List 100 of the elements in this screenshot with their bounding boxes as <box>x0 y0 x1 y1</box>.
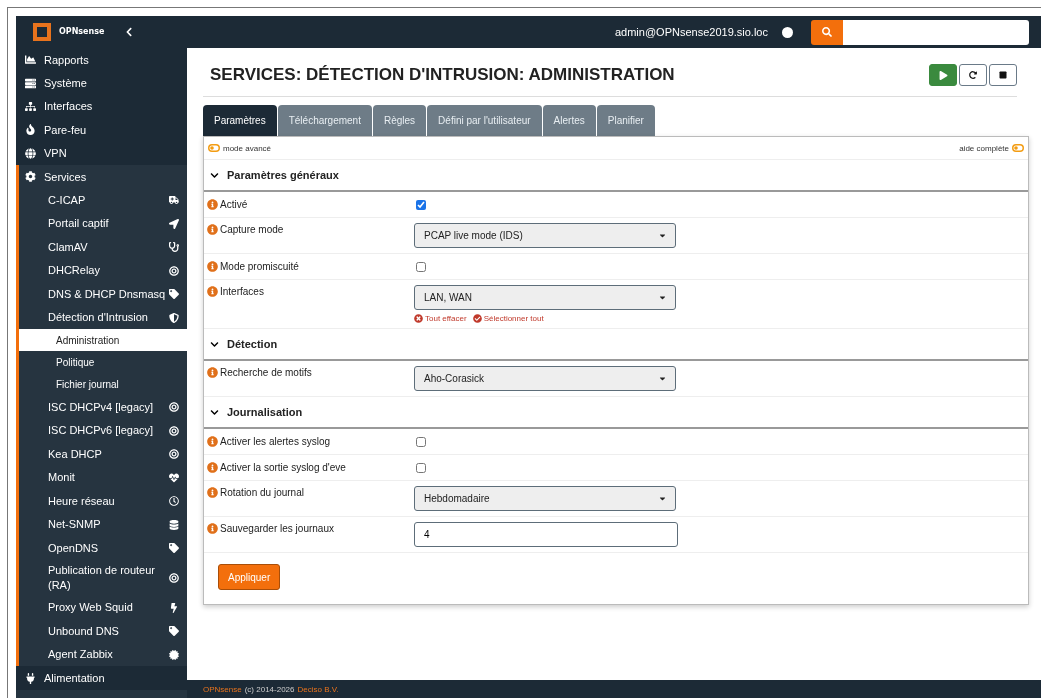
sidebar-subitem[interactable]: Heure réseau <box>19 489 187 513</box>
input-field[interactable]: 4 <box>414 522 678 547</box>
tab[interactable]: Planifier <box>596 105 655 136</box>
sidebar-subitem[interactable]: ISC DHCPv4 [legacy] <box>19 395 187 419</box>
arrow-icon <box>169 218 179 229</box>
info-icon[interactable] <box>207 224 218 235</box>
sidebar-item[interactable]: Rapports <box>16 48 187 72</box>
toggle-icon[interactable] <box>208 144 220 152</box>
sidebar-subitem[interactable]: Proxy Web Squid <box>19 595 187 620</box>
caret-icon <box>658 374 667 383</box>
toggle-icon[interactable] <box>1012 144 1024 152</box>
target-icon <box>169 572 179 583</box>
info-icon[interactable] <box>207 286 218 297</box>
target-icon <box>169 449 179 460</box>
heartbeat-icon <box>169 472 179 483</box>
bolt-icon <box>169 602 179 613</box>
stop-button[interactable] <box>989 64 1017 86</box>
chevron-icon[interactable] <box>210 170 219 180</box>
sidebar-item[interactable]: Système <box>16 71 187 95</box>
sidebar-subitem[interactable]: Unbound DNS <box>19 619 187 643</box>
sitemap-icon <box>25 100 36 112</box>
tab[interactable]: Paramètres <box>203 105 277 136</box>
field-label: Rotation du journal <box>220 486 304 500</box>
globe-icon <box>25 147 36 159</box>
field-label: Sauvegarder les journaux <box>220 522 334 536</box>
caret-icon <box>658 494 667 503</box>
select-field[interactable]: PCAP live mode (IDS) <box>414 223 676 248</box>
checkbox[interactable] <box>416 463 426 473</box>
chevron-icon[interactable] <box>210 339 219 349</box>
sidebar-subitem[interactable]: C-ICAP <box>19 188 187 212</box>
sidebar-subitem[interactable]: Détection d'Intrusion <box>19 305 187 330</box>
play-icon <box>938 70 948 80</box>
sidebar-subitem[interactable]: Portail captif <box>19 211 187 236</box>
select-field[interactable]: Hebdomadaire <box>414 486 676 511</box>
sidebar-subitem[interactable]: OpenDNS <box>19 536 187 560</box>
checkbox[interactable] <box>416 437 426 447</box>
info-icon[interactable] <box>207 487 218 498</box>
tab[interactable]: Alertes <box>542 105 596 136</box>
sidebar-subitem[interactable]: ClamAV <box>19 235 187 259</box>
info-icon[interactable] <box>207 436 218 447</box>
sidebar-item[interactable]: Interfaces <box>16 94 187 119</box>
sidebar-subitem[interactable]: Agent Zabbix <box>19 642 187 667</box>
caret-icon <box>658 293 667 302</box>
sidebar-subitem[interactable]: Administration <box>19 329 187 352</box>
info-icon[interactable] <box>207 367 218 378</box>
target-icon <box>169 425 179 436</box>
field-label: Activé <box>220 198 248 212</box>
search-field[interactable] <box>843 19 1029 45</box>
caret-icon <box>658 231 667 240</box>
info-icon[interactable] <box>207 199 218 210</box>
sidebar-item[interactable]: Alimentation <box>16 666 187 690</box>
tag-icon <box>169 289 179 300</box>
seal-icon <box>169 649 179 660</box>
sidebar-item[interactable]: VPN <box>16 141 187 165</box>
info-icon[interactable] <box>207 261 218 272</box>
logo-icon[interactable] <box>30 21 54 43</box>
sidebar-subitem[interactable]: Kea DHCP <box>19 442 187 466</box>
field-label: Interfaces <box>220 285 264 299</box>
ambulance-icon <box>169 195 179 206</box>
shield-icon <box>169 312 179 323</box>
checkbox[interactable] <box>416 200 426 210</box>
flame-icon <box>25 124 36 136</box>
brand-link[interactable]: OPNsense <box>203 684 242 694</box>
server-icon <box>25 77 36 89</box>
stop-icon <box>999 71 1007 79</box>
tag-icon <box>169 626 179 637</box>
sidebar-subitem[interactable]: Net-SNMP <box>19 512 187 537</box>
copyright-text: (c) 2014-2026 <box>244 684 295 694</box>
clear-all-link[interactable]: Tout effacer <box>414 314 467 323</box>
restart-button[interactable] <box>959 64 987 86</box>
database-icon <box>169 519 179 530</box>
target-icon <box>169 402 179 413</box>
chevron-icon[interactable] <box>210 407 219 417</box>
page-title: SERVICES: DÉTECTION D'INTRUSION: ADMINISTRATION <box>210 65 675 85</box>
gear-icon <box>25 171 36 183</box>
tab[interactable]: Téléchargement <box>277 105 372 136</box>
search-button[interactable] <box>811 19 843 45</box>
checkbox[interactable] <box>416 262 426 272</box>
select-field[interactable]: LAN, WAN <box>414 285 676 310</box>
sidebar-subitem[interactable]: DNS & DHCP Dnsmasq <box>19 282 187 306</box>
stethoscope-icon <box>169 242 179 253</box>
advanced-mode-label: mode avancé <box>223 143 272 153</box>
select-all-link[interactable]: Sélectionner tout <box>472 314 544 323</box>
tab[interactable]: Défini par l'utilisateur <box>427 105 542 136</box>
sidebar-subitem[interactable]: Monit <box>19 465 187 490</box>
collapse-icon[interactable] <box>124 27 135 37</box>
section-title: Paramètres généraux <box>227 169 339 181</box>
sidebar-subitem[interactable]: ISC DHCPv6 [legacy] <box>19 418 187 443</box>
field-label: Capture mode <box>220 223 284 237</box>
select-field[interactable]: Aho-Corasick <box>414 366 676 391</box>
user-name[interactable]: admin@OPNsense2019.sio.loc <box>614 26 768 38</box>
start-button[interactable] <box>929 64 957 86</box>
sidebar-subitem[interactable]: DHCRelay <box>19 258 187 283</box>
tab[interactable]: Règles <box>372 105 427 136</box>
info-icon[interactable] <box>207 523 218 534</box>
company-link[interactable]: Deciso B.V. <box>297 684 339 694</box>
sidebar-item[interactable]: Pare-feu <box>16 118 187 142</box>
field-label: Activer les alertes syslog <box>220 435 331 449</box>
info-icon[interactable] <box>207 462 218 473</box>
sidebar-subitem[interactable]: Publication de routeur (RA) <box>19 559 187 596</box>
